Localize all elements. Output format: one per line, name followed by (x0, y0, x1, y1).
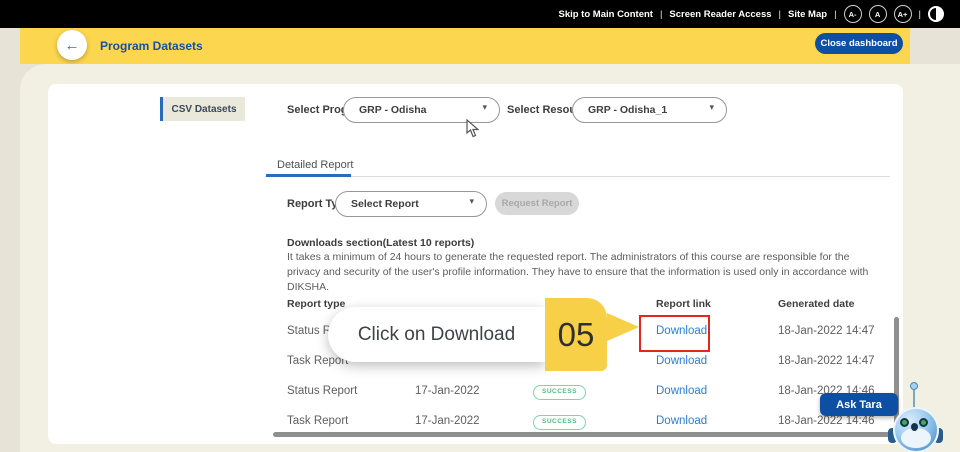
site-map-link[interactable]: Site Map (788, 9, 827, 20)
separator: | (660, 9, 662, 20)
chevron-down-icon: ▾ (482, 102, 487, 113)
contrast-toggle-icon[interactable] (928, 6, 944, 22)
report-type-cell: Task Report (287, 415, 348, 427)
horizontal-scrollbar[interactable] (273, 432, 890, 437)
generated-date-cell: 18-Jan-2022 14:46 (778, 415, 875, 427)
separator: | (834, 9, 836, 20)
font-default-button[interactable]: A (869, 5, 887, 23)
tab-detailed-report[interactable]: Detailed Report (277, 159, 353, 171)
status-badge: SUCCESS (533, 415, 586, 430)
app-window: Skip to Main Content | Screen Reader Acc… (0, 0, 960, 452)
downloads-heading: Downloads section(Latest 10 reports) (287, 237, 474, 249)
mouse-cursor-icon (466, 119, 479, 138)
request-report-button[interactable]: Request Report (495, 192, 579, 215)
chevron-down-icon: ▾ (469, 196, 474, 207)
back-button[interactable]: ← (57, 30, 87, 60)
separator: | (779, 9, 781, 20)
screen-reader-link[interactable]: Screen Reader Access (669, 9, 771, 20)
tutorial-tooltip: Click on Download (328, 307, 545, 362)
report-date-cell: 17-Jan-2022 (415, 385, 480, 397)
back-arrow-icon: ← (65, 37, 80, 54)
skip-to-main-link[interactable]: Skip to Main Content (558, 9, 652, 20)
tutorial-highlight-box (639, 315, 710, 352)
column-header-report-type: Report type (287, 298, 345, 310)
font-increase-button[interactable]: A+ (894, 5, 912, 23)
tutorial-step-number: 05 (545, 298, 607, 371)
robot-eye-left (900, 418, 909, 427)
robot-eye-right (919, 418, 928, 427)
report-type-cell: Status Report (287, 385, 357, 397)
separator: | (919, 9, 921, 20)
page-title: Program Datasets (100, 28, 203, 64)
report-type-dropdown-value: Select Report (351, 198, 419, 210)
accessibility-topbar: Skip to Main Content | Screen Reader Acc… (0, 0, 960, 28)
robot-antenna-ball (910, 382, 918, 390)
resource-dropdown-value: GRP - Odisha_1 (588, 104, 667, 116)
program-dropdown-value: GRP - Odisha (359, 104, 427, 116)
download-link[interactable]: Download (656, 355, 707, 367)
download-link[interactable]: Download (656, 385, 707, 397)
report-type-dropdown[interactable]: Select Report ▾ (335, 191, 487, 217)
close-dashboard-button[interactable]: Close dashboard (815, 33, 903, 54)
chatbot-robot-icon[interactable] (885, 380, 943, 452)
generated-date-cell: 18-Jan-2022 14:47 (778, 325, 875, 337)
generated-date-cell: 18-Jan-2022 14:47 (778, 355, 875, 367)
column-header-report-link: Report link (656, 298, 711, 310)
robot-antenna-stem (913, 390, 915, 408)
tutorial-arrow-icon (607, 313, 639, 341)
robot-nose (911, 423, 918, 431)
download-link[interactable]: Download (656, 415, 707, 427)
robot-chin (901, 428, 931, 448)
status-badge: SUCCESS (533, 385, 586, 400)
report-date-cell: 17-Jan-2022 (415, 415, 480, 427)
page-header: ← Program Datasets Close dashboard (20, 28, 910, 64)
font-decrease-button[interactable]: A- (844, 5, 862, 23)
sidebar-item-csv-datasets[interactable]: CSV Datasets (160, 97, 245, 121)
chevron-down-icon: ▾ (709, 102, 714, 113)
active-tab-underline (266, 174, 351, 177)
column-header-generated-date: Generated date (778, 298, 854, 310)
downloads-description: It takes a minimum of 24 hours to genera… (287, 250, 879, 295)
tab-divider (265, 176, 890, 177)
resource-dropdown[interactable]: GRP - Odisha_1 ▾ (572, 97, 727, 123)
